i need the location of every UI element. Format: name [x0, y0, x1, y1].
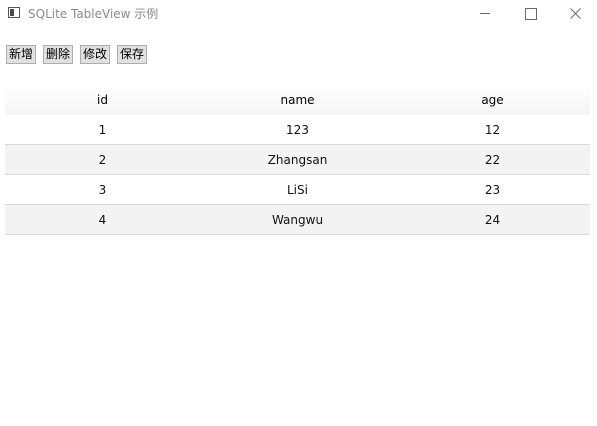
table-row[interactable]: 3 LiSi 23: [5, 175, 590, 205]
cell-name[interactable]: Zhangsan: [200, 145, 395, 175]
cell-id[interactable]: 2: [5, 145, 200, 175]
edit-button[interactable]: 修改: [80, 45, 110, 64]
data-table: id name age 1 123 12 2 Zhangsan 22 3 LiS…: [5, 85, 590, 235]
cell-id[interactable]: 1: [5, 115, 200, 145]
cell-age[interactable]: 12: [395, 115, 590, 145]
window-title: SQLite TableView 示例: [28, 7, 159, 21]
cell-name[interactable]: LiSi: [200, 175, 395, 205]
table-row[interactable]: 2 Zhangsan 22: [5, 145, 590, 175]
table-header: id name age: [5, 85, 590, 115]
cell-id[interactable]: 3: [5, 175, 200, 205]
close-icon: [570, 8, 581, 19]
cell-id[interactable]: 4: [5, 205, 200, 235]
table-row[interactable]: 1 123 12: [5, 115, 590, 145]
cell-age[interactable]: 23: [395, 175, 590, 205]
delete-button[interactable]: 删除: [43, 45, 73, 64]
cell-name[interactable]: Wangwu: [200, 205, 395, 235]
column-header-name[interactable]: name: [200, 85, 395, 115]
cell-age[interactable]: 22: [395, 145, 590, 175]
table-row[interactable]: 4 Wangwu 24: [5, 205, 590, 235]
add-button[interactable]: 新增: [6, 45, 36, 64]
app-icon: [8, 7, 20, 18]
close-button[interactable]: [553, 0, 597, 28]
minimize-button[interactable]: [462, 0, 508, 28]
column-header-id[interactable]: id: [5, 85, 200, 115]
maximize-button[interactable]: [508, 0, 554, 28]
save-button[interactable]: 保存: [117, 45, 147, 64]
cell-age[interactable]: 24: [395, 205, 590, 235]
column-header-age[interactable]: age: [395, 85, 590, 115]
cell-name[interactable]: 123: [200, 115, 395, 145]
title-bar[interactable]: SQLite TableView 示例: [0, 0, 597, 28]
app-window: SQLite TableView 示例 新增 删除 修改 保存 id name …: [0, 0, 597, 426]
